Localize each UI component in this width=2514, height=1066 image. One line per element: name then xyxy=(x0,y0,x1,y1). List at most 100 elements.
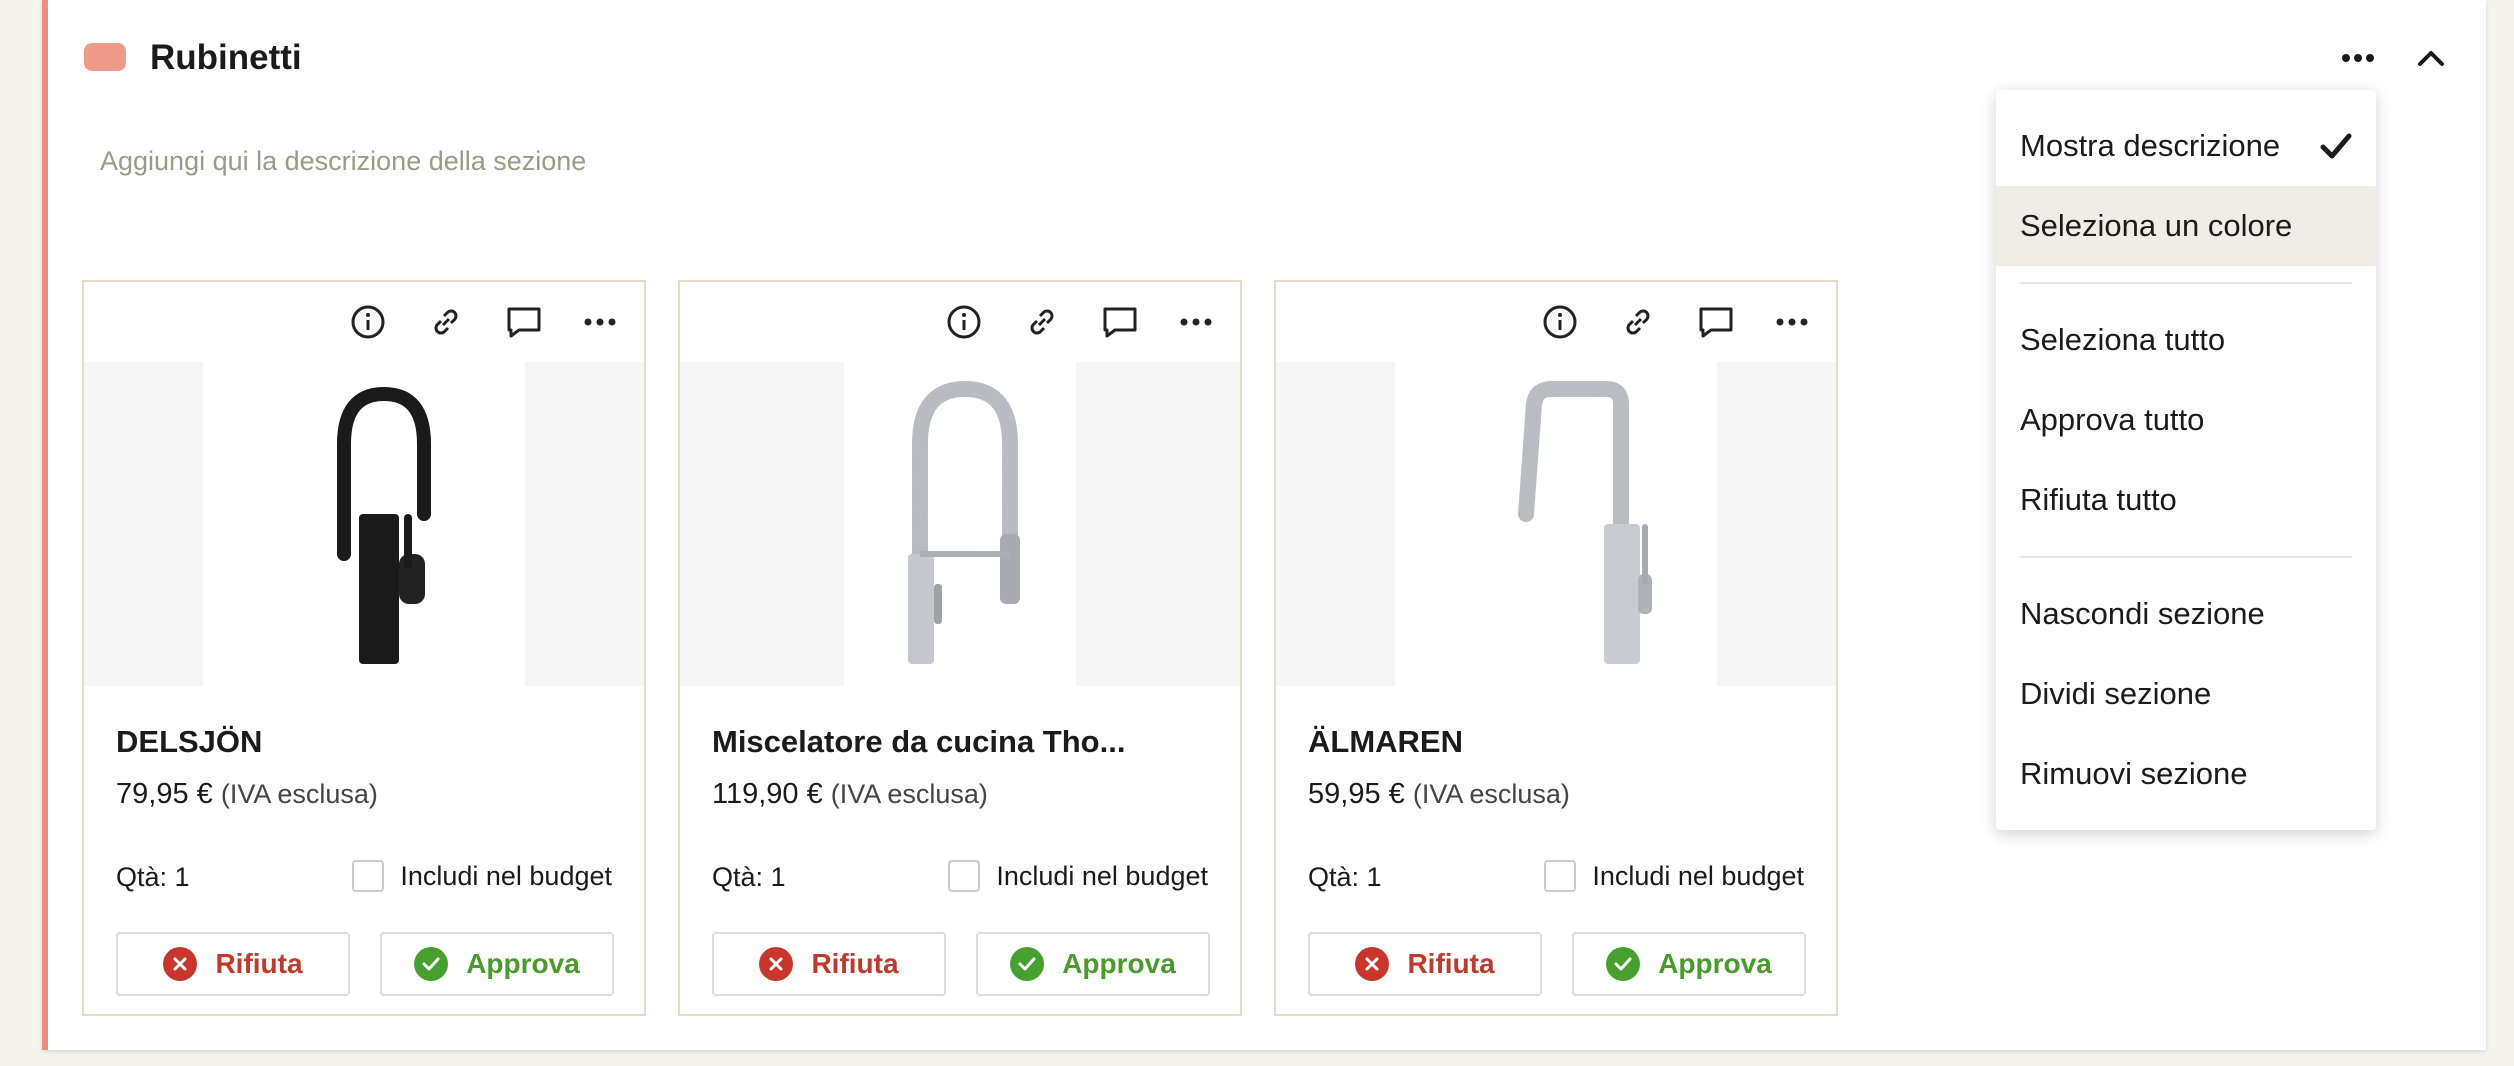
approve-button[interactable]: Approva xyxy=(976,932,1210,996)
product-image[interactable] xyxy=(203,362,525,686)
link-button[interactable] xyxy=(424,300,468,344)
product-price: 59,95 € (IVA esclusa) xyxy=(1308,778,1570,811)
reject-icon xyxy=(759,947,794,981)
more-horizontal-icon xyxy=(584,318,616,326)
card-toolbar xyxy=(680,282,1240,362)
card-more-button[interactable] xyxy=(1770,300,1814,344)
card-toolbar xyxy=(1276,282,1836,362)
reject-icon xyxy=(163,947,198,981)
approve-icon xyxy=(1606,947,1641,981)
collapse-section-button[interactable] xyxy=(2406,38,2456,78)
menu-item-reject-all[interactable]: Rifiuta tutto xyxy=(1996,460,2376,540)
product-image[interactable] xyxy=(844,362,1076,686)
approve-icon xyxy=(414,947,449,981)
card-more-button[interactable] xyxy=(578,300,622,344)
section-more-options-button[interactable] xyxy=(2328,40,2388,76)
reject-label: Rifiuta xyxy=(215,948,303,979)
card-toolbar xyxy=(84,282,644,362)
menu-item-approve-all[interactable]: Approva tutto xyxy=(1996,380,2376,460)
link-button[interactable] xyxy=(1616,300,1660,344)
include-budget-checkbox[interactable]: Includi nel budget xyxy=(1544,860,1804,892)
product-price: 79,95 € (IVA esclusa) xyxy=(116,778,378,811)
chevron-up-icon xyxy=(2418,51,2444,66)
price-value: 119,90 € xyxy=(712,778,823,810)
product-price: 119,90 € (IVA esclusa) xyxy=(712,778,988,811)
product-image-area xyxy=(1276,362,1836,686)
checkbox-box[interactable] xyxy=(352,860,385,892)
reject-label: Rifiuta xyxy=(1407,948,1495,979)
reject-label: Rifiuta xyxy=(811,948,899,979)
product-name[interactable]: DELSJÖN xyxy=(116,724,262,760)
budget-label: Includi nel budget xyxy=(996,860,1208,891)
quantity-label: Qtà: 1 xyxy=(116,862,190,892)
menu-item-show-description[interactable]: Mostra descrizione xyxy=(1996,106,2376,186)
menu-item-select-color[interactable]: Seleziona un colore xyxy=(1996,186,2376,266)
link-icon xyxy=(434,309,458,335)
comment-button[interactable] xyxy=(502,300,546,344)
menu-item-label: Mostra descrizione xyxy=(2020,128,2281,163)
price-value: 79,95 € xyxy=(116,778,213,810)
product-image-area xyxy=(680,362,1240,686)
product-name[interactable]: ÄLMAREN xyxy=(1308,724,1463,760)
menu-item-label: Nascondi sezione xyxy=(2020,596,2265,631)
menu-item-label: Rifiuta tutto xyxy=(2020,482,2177,517)
approve-label: Approva xyxy=(1062,948,1176,979)
menu-item-label: Approva tutto xyxy=(2020,402,2205,437)
menu-item-label: Rimuovi sezione xyxy=(2020,756,2248,791)
price-value: 59,95 € xyxy=(1308,778,1405,810)
approve-icon xyxy=(1010,947,1045,981)
approve-button[interactable]: Approva xyxy=(380,932,614,996)
info-icon xyxy=(351,305,385,339)
approve-button[interactable]: Approva xyxy=(1572,932,1806,996)
comment-icon xyxy=(507,307,541,338)
reject-icon xyxy=(1355,947,1390,981)
vat-label: (IVA esclusa) xyxy=(220,779,378,809)
more-horizontal-icon xyxy=(2342,54,2374,62)
chrome-faucet-image xyxy=(1518,381,1652,664)
budget-label: Includi nel budget xyxy=(400,860,612,891)
section-description-input[interactable]: Aggiungi qui la descrizione della sezion… xyxy=(100,146,586,177)
comment-button[interactable] xyxy=(1694,300,1738,344)
link-icon xyxy=(1030,309,1054,335)
menu-item-remove-section[interactable]: Rimuovi sezione xyxy=(1996,734,2376,814)
reject-button[interactable]: Rifiuta xyxy=(712,932,946,996)
info-button[interactable] xyxy=(942,300,986,344)
reject-button[interactable]: Rifiuta xyxy=(1308,932,1542,996)
product-image-area xyxy=(84,362,644,686)
approve-label: Approva xyxy=(466,948,580,979)
product-card: ÄLMAREN 59,95 € (IVA esclusa) Qtà: 1 Inc… xyxy=(1274,280,1838,1016)
menu-item-select-all[interactable]: Seleziona tutto xyxy=(1996,300,2376,380)
link-button[interactable] xyxy=(1020,300,1064,344)
link-icon xyxy=(1626,309,1650,335)
menu-divider xyxy=(2020,556,2352,558)
menu-item-label: Seleziona un colore xyxy=(2020,208,2293,243)
spring-faucet-image xyxy=(908,380,1020,664)
product-image[interactable] xyxy=(1395,362,1717,686)
comment-button[interactable] xyxy=(1098,300,1142,344)
quantity-label: Qtà: 1 xyxy=(712,862,786,892)
more-horizontal-icon xyxy=(1776,318,1808,326)
menu-item-split-section[interactable]: Dividi sezione xyxy=(1996,654,2376,734)
reject-button[interactable]: Rifiuta xyxy=(116,932,350,996)
info-button[interactable] xyxy=(1538,300,1582,344)
info-button[interactable] xyxy=(346,300,390,344)
approve-label: Approva xyxy=(1658,948,1772,979)
menu-divider xyxy=(2020,282,2352,284)
include-budget-checkbox[interactable]: Includi nel budget xyxy=(352,860,612,892)
info-icon xyxy=(1543,305,1577,339)
comment-icon xyxy=(1103,307,1137,338)
info-icon xyxy=(947,305,981,339)
black-faucet-image xyxy=(337,386,431,664)
section-color-swatch[interactable] xyxy=(84,43,126,71)
checkbox-box[interactable] xyxy=(1544,860,1577,892)
comment-icon xyxy=(1699,307,1733,338)
vat-label: (IVA esclusa) xyxy=(830,779,988,809)
section-title[interactable]: Rubinetti xyxy=(150,38,302,78)
card-more-button[interactable] xyxy=(1174,300,1218,344)
include-budget-checkbox[interactable]: Includi nel budget xyxy=(948,860,1208,892)
more-horizontal-icon xyxy=(1180,318,1212,326)
menu-item-hide-section[interactable]: Nascondi sezione xyxy=(1996,574,2376,654)
product-name[interactable]: Miscelatore da cucina Tho... xyxy=(712,724,1125,760)
checkbox-box[interactable] xyxy=(948,860,981,892)
check-icon xyxy=(2320,133,2352,159)
